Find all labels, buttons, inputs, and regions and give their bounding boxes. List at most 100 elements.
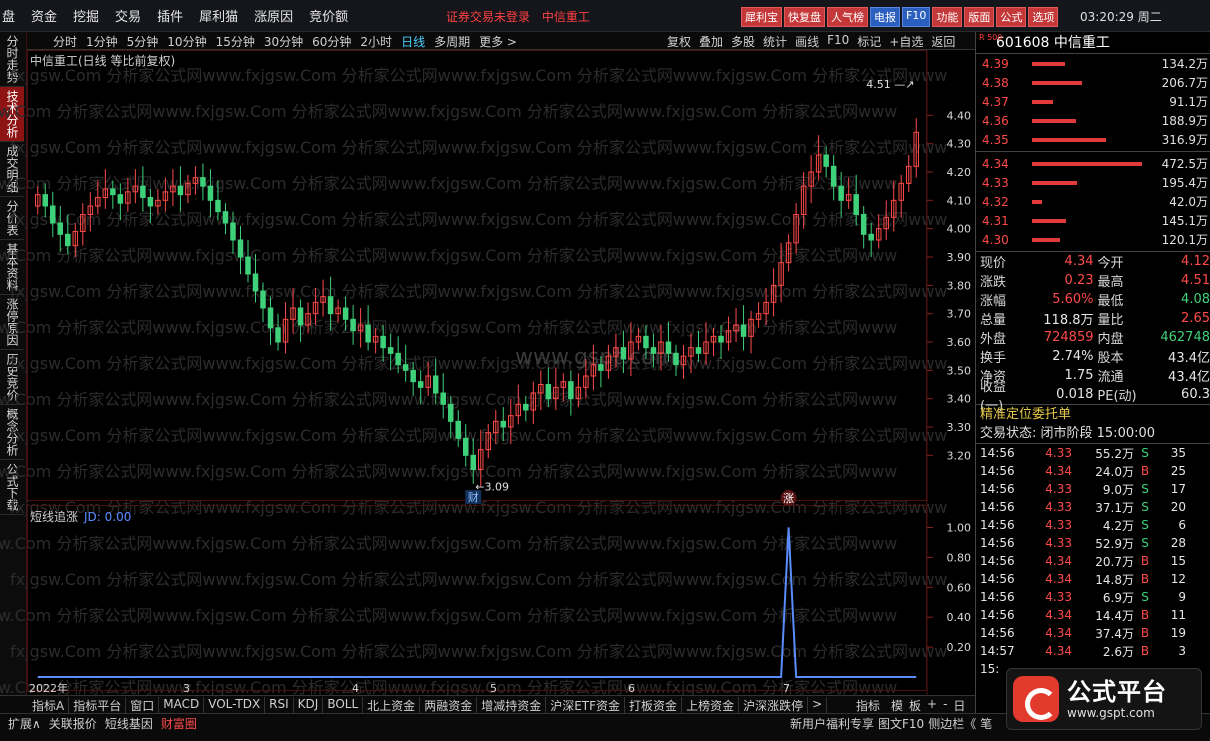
indicator-tab-13[interactable]: 上榜资金	[682, 697, 740, 714]
quote-value: 43.4亿	[1168, 370, 1210, 385]
menu-item-1[interactable]: 资金	[29, 6, 59, 25]
toolbar-button-5[interactable]: 功能	[932, 7, 963, 27]
tab-timeframe-10[interactable]: 更多 >	[479, 33, 517, 50]
toolbar-button-8[interactable]: 选项	[1028, 7, 1059, 27]
menu-item-0[interactable]: 盘	[0, 6, 17, 25]
footer-tab-1[interactable]: 关联报价	[49, 715, 97, 732]
quote-value: 2.65	[1181, 311, 1210, 326]
ask-level-2[interactable]: 4.37 91.1万	[976, 92, 1210, 111]
chart-title: 中信重工(日线 等比前复权)	[30, 54, 176, 68]
bid-volume-bar	[1032, 200, 1042, 204]
tab-timeframe-8[interactable]: 日线	[401, 33, 425, 50]
ask-volume: 316.9万	[1161, 133, 1208, 147]
tick-row-5: 14:56 4.33 52.9万 S 28	[976, 534, 1210, 552]
indicator-tab-6[interactable]: KDJ	[294, 697, 324, 714]
indicator-tab-4[interactable]: VOL-TDX	[204, 697, 266, 714]
menu-item-7[interactable]: 竞价额	[307, 6, 350, 25]
indicator-tab-11[interactable]: 沪深ETF资金	[546, 697, 626, 714]
leftnav-item-8[interactable]: 公式下载	[0, 460, 24, 515]
chart-tool-5[interactable]: F10	[827, 33, 849, 50]
ask-level-0[interactable]: 4.39 134.2万	[976, 54, 1210, 73]
toolbar-button-7[interactable]: 公式	[996, 7, 1027, 27]
candle-body	[718, 335, 724, 343]
tab-timeframe-0[interactable]: 分时	[53, 33, 77, 50]
footer-link-0[interactable]: 新用户福利专享	[790, 715, 874, 732]
menu-item-5[interactable]: 犀利猫	[197, 6, 240, 25]
tab-timeframe-1[interactable]: 1分钟	[86, 33, 118, 50]
toolbar-button-0[interactable]: 犀利宝	[741, 7, 782, 27]
indicator-tab-10[interactable]: 增减持资金	[477, 697, 547, 714]
indicator-tab-9[interactable]: 两融资金	[420, 697, 478, 714]
tab-timeframe-3[interactable]: 10分钟	[167, 33, 206, 50]
indicator-tab-3[interactable]: MACD	[159, 697, 205, 714]
footer-tab-3[interactable]: 财富圈	[161, 715, 197, 732]
toolbar-button-4[interactable]: F10	[902, 7, 931, 27]
leftnav-item-0[interactable]: 分时走势	[0, 32, 24, 87]
menu-item-6[interactable]: 涨原因	[252, 6, 295, 25]
bid-level-4[interactable]: 4.30 120.1万	[976, 230, 1210, 249]
footer-tab-0[interactable]: 扩展∧	[8, 715, 41, 732]
footer-tab-2[interactable]: 短线基因	[105, 715, 153, 732]
menu-item-2[interactable]: 挖掘	[71, 6, 101, 25]
chart-tool-0[interactable]: 复权	[667, 33, 691, 50]
quote-label: 流通	[1097, 370, 1124, 385]
quote-row-5: 换手 2.74% 股本 43.4亿	[976, 347, 1210, 366]
chart-tool-6[interactable]: 标记	[857, 33, 881, 50]
leftnav-item-2[interactable]: 成交明细	[0, 142, 24, 197]
trade-login-notice[interactable]: 证券交易未登录	[446, 10, 530, 24]
chart-tool-3[interactable]: 统计	[763, 33, 787, 50]
footer-link-2[interactable]: 侧边栏《	[928, 715, 976, 732]
indicator-tab-1[interactable]: 指标平台	[69, 697, 127, 714]
footer-link-3[interactable]: 笔	[980, 715, 992, 732]
quote-value: 1.75	[1064, 368, 1094, 383]
toolbar-button-1[interactable]: 快复盘	[784, 7, 825, 27]
indicator-tab-0[interactable]: 指标A	[28, 697, 70, 714]
toolbar-button-2[interactable]: 人气榜	[827, 7, 868, 27]
menu-item-3[interactable]: 交易	[113, 6, 143, 25]
tick-time: 14:56	[980, 554, 1015, 568]
menu-item-4[interactable]: 插件	[155, 6, 185, 25]
quote-value: 462748	[1160, 330, 1210, 345]
indicator-tab-5[interactable]: RSI	[265, 697, 294, 714]
leftnav-item-5[interactable]: 涨停原因	[0, 295, 24, 350]
indicator-tab-7[interactable]: BOLL	[323, 697, 364, 714]
chart-tool-8[interactable]: 返回	[931, 33, 955, 50]
leftnav-item-4[interactable]: 基本资料	[0, 240, 24, 295]
ask-level-4[interactable]: 4.35 316.9万	[976, 130, 1210, 149]
leftnav-item-6[interactable]: 历史竞价	[0, 350, 24, 405]
indicator-tab-15[interactable]: >	[808, 697, 828, 714]
precise-order-link[interactable]: 精准定位委托单	[976, 404, 1210, 424]
kline-chart[interactable]: 4.40 4.30 4.20 4.10 4.00 3.90 3.80 3.70 3.60 3.50…	[27, 50, 975, 695]
bid-level-0[interactable]: 4.34 472.5万	[976, 154, 1210, 173]
leftnav-item-3[interactable]: 分价表	[0, 197, 24, 240]
indicator-tab-8[interactable]: 北上资金	[363, 697, 421, 714]
tab-timeframe-6[interactable]: 60分钟	[312, 33, 351, 50]
tab-timeframe-4[interactable]: 15分钟	[216, 33, 255, 50]
tick-time: 14:56	[980, 446, 1015, 460]
leftnav-item-7[interactable]: 概念分析	[0, 405, 24, 460]
indicator-tab-14[interactable]: 沪深涨跌停	[739, 697, 809, 714]
ask-level-1[interactable]: 4.38 206.7万	[976, 73, 1210, 92]
indicator-tab-2[interactable]: 窗口	[126, 697, 160, 714]
chart-tool-2[interactable]: 多股	[731, 33, 755, 50]
bid-level-1[interactable]: 4.33 195.4万	[976, 173, 1210, 192]
toolbar-button-3[interactable]: 电报	[870, 7, 900, 27]
tab-timeframe-7[interactable]: 2小时	[360, 33, 392, 50]
tab-timeframe-5[interactable]: 30分钟	[264, 33, 303, 50]
tick-price: 4.33	[1045, 590, 1072, 604]
tab-timeframe-9[interactable]: 多周期	[434, 33, 470, 50]
sub-indicator-name[interactable]: 短线追涨	[30, 510, 78, 524]
indicator-tab-12[interactable]: 打板资金	[625, 697, 683, 714]
ask-level-3[interactable]: 4.36 188.9万	[976, 111, 1210, 130]
bid-level-3[interactable]: 4.31 145.1万	[976, 211, 1210, 230]
x-axis-label: 6	[628, 682, 635, 695]
main-y-tick-label: 3.20	[947, 449, 972, 462]
toolbar-button-6[interactable]: 版面	[964, 7, 995, 27]
footer-link-1[interactable]: 图文F10	[878, 715, 924, 732]
chart-tool-7[interactable]: +自选	[889, 33, 923, 50]
tab-timeframe-2[interactable]: 5分钟	[127, 33, 159, 50]
chart-tool-4[interactable]: 画线	[795, 33, 819, 50]
bid-level-2[interactable]: 4.32 42.0万	[976, 192, 1210, 211]
leftnav-item-1[interactable]: 技术分析	[0, 87, 24, 142]
chart-tool-1[interactable]: 叠加	[699, 33, 723, 50]
